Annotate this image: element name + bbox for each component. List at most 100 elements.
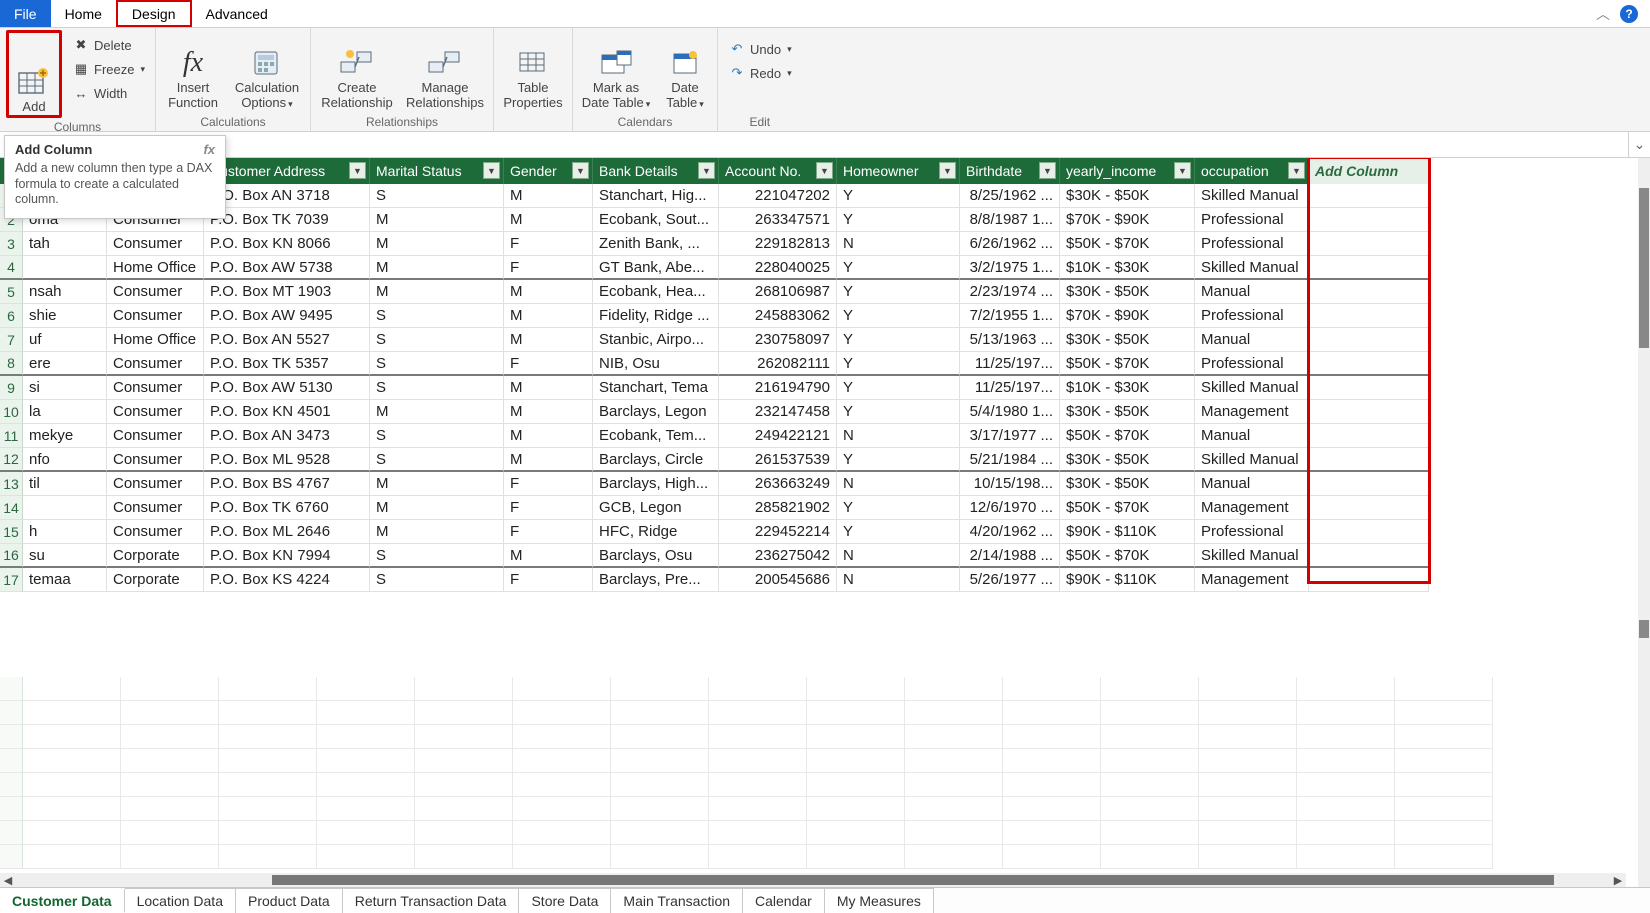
cell-gender[interactable]: F [504,232,593,256]
cell-segment[interactable]: Corporate [107,544,204,568]
measure-cell[interactable] [807,773,905,797]
cell-homeowner[interactable]: Y [837,304,960,328]
measure-cell[interactable] [317,797,415,821]
cell-bank[interactable]: HFC, Ridge [593,520,719,544]
cell-marital[interactable]: S [370,568,504,592]
add-column-button[interactable]: Add [10,34,58,114]
measure-cell[interactable] [1199,845,1297,869]
measure-cell[interactable] [709,677,807,701]
row-number[interactable]: 17 [0,568,23,592]
filter-dropdown-icon[interactable]: ▼ [349,162,366,179]
measure-cell[interactable] [121,773,219,797]
cell-bank[interactable]: Stanbic, Airpo... [593,328,719,352]
column-header[interactable]: yearly_income▼ [1060,158,1195,184]
measure-cell[interactable] [1199,749,1297,773]
column-header[interactable]: Homeowner▼ [837,158,960,184]
cell-segment[interactable]: Consumer [107,520,204,544]
measure-cell[interactable] [709,701,807,725]
cell-homeowner[interactable]: N [837,568,960,592]
row-number[interactable]: 4 [0,256,23,280]
measure-cell[interactable] [219,701,317,725]
column-header[interactable]: Gender▼ [504,158,593,184]
cell-occupation[interactable]: Professional [1195,520,1309,544]
cell-account[interactable]: 236275042 [719,544,837,568]
cell-occupation[interactable]: Professional [1195,232,1309,256]
measure-cell[interactable] [807,701,905,725]
measure-cell[interactable] [23,773,121,797]
cell-occupation[interactable]: Manual [1195,472,1309,496]
cell-income[interactable]: $10K - $30K [1060,256,1195,280]
cell-bank[interactable]: GT Bank, Abe... [593,256,719,280]
filter-dropdown-icon[interactable]: ▼ [1174,162,1191,179]
measure-cell[interactable] [415,797,513,821]
cell-bank[interactable]: Stanchart, Tema [593,376,719,400]
cell-name[interactable]: si [23,376,107,400]
cell-addcolumn[interactable] [1309,520,1429,544]
cell-occupation[interactable]: Manual [1195,328,1309,352]
cell-address[interactable]: P.O. Box ML 9528 [204,448,370,472]
measure-cell[interactable] [317,701,415,725]
cell-bank[interactable]: Ecobank, Hea... [593,280,719,304]
cell-segment[interactable]: Corporate [107,568,204,592]
cell-marital[interactable]: M [370,208,504,232]
help-icon[interactable]: ? [1620,5,1638,23]
filter-dropdown-icon[interactable]: ▼ [816,162,833,179]
measure-cell[interactable] [513,773,611,797]
cell-segment[interactable]: Consumer [107,232,204,256]
measure-cell[interactable] [1003,797,1101,821]
cell-bank[interactable]: Fidelity, Ridge ... [593,304,719,328]
cell-marital[interactable]: S [370,376,504,400]
measure-cell[interactable] [23,821,121,845]
measure-cell[interactable] [1297,773,1395,797]
measure-cell[interactable] [1297,701,1395,725]
measure-cell[interactable] [905,725,1003,749]
cell-homeowner[interactable]: Y [837,400,960,424]
cell-bank[interactable]: Barclays, High... [593,472,719,496]
measure-cell[interactable] [905,701,1003,725]
row-number[interactable]: 9 [0,376,23,400]
cell-address[interactable]: P.O. Box AW 9495 [204,304,370,328]
cell-segment[interactable]: Consumer [107,448,204,472]
measure-cell[interactable] [1101,845,1199,869]
cell-income[interactable]: $50K - $70K [1060,352,1195,376]
cell-address[interactable]: P.O. Box AW 5738 [204,256,370,280]
row-number[interactable]: 10 [0,400,23,424]
cell-homeowner[interactable]: Y [837,208,960,232]
measure-cell[interactable] [1297,725,1395,749]
add-column-header[interactable]: Add Column [1309,158,1429,184]
row-number[interactable]: 12 [0,448,23,472]
cell-occupation[interactable]: Management [1195,568,1309,592]
filter-dropdown-icon[interactable]: ▼ [1039,162,1056,179]
measure-cell[interactable] [1395,845,1493,869]
cell-income[interactable]: $50K - $70K [1060,232,1195,256]
cell-occupation[interactable]: Skilled Manual [1195,448,1309,472]
cell-birthdate[interactable]: 5/13/1963 ... [960,328,1060,352]
cell-bank[interactable]: GCB, Legon [593,496,719,520]
cell-gender[interactable]: F [504,472,593,496]
cell-homeowner[interactable]: Y [837,496,960,520]
data-grid[interactable]: Name▼Segment▼Customer Address▼Marital St… [0,158,1650,592]
measure-cell[interactable] [807,845,905,869]
sheet-tab[interactable]: Customer Data [0,888,125,913]
measure-cell[interactable] [415,821,513,845]
cell-homeowner[interactable]: Y [837,520,960,544]
measure-cell[interactable] [1395,773,1493,797]
column-header[interactable]: Marital Status▼ [370,158,504,184]
measure-cell[interactable] [513,749,611,773]
cell-addcolumn[interactable] [1309,304,1429,328]
sheet-tab[interactable]: Calendar [743,888,825,913]
manage-relationships-button[interactable]: Manage Relationships [403,30,487,110]
cell-homeowner[interactable]: Y [837,448,960,472]
cell-gender[interactable]: M [504,376,593,400]
cell-account[interactable]: 216194790 [719,376,837,400]
cell-address[interactable]: P.O. Box KN 4501 [204,400,370,424]
measure-cell[interactable] [121,677,219,701]
measure-cell[interactable] [1003,749,1101,773]
cell-occupation[interactable]: Professional [1195,208,1309,232]
measure-cell[interactable] [807,725,905,749]
tab-design[interactable]: Design [116,0,192,27]
cell-occupation[interactable]: Skilled Manual [1195,184,1309,208]
measure-cell[interactable] [905,797,1003,821]
table-properties-button[interactable]: Table Properties [500,30,566,110]
cell-marital[interactable]: S [370,448,504,472]
